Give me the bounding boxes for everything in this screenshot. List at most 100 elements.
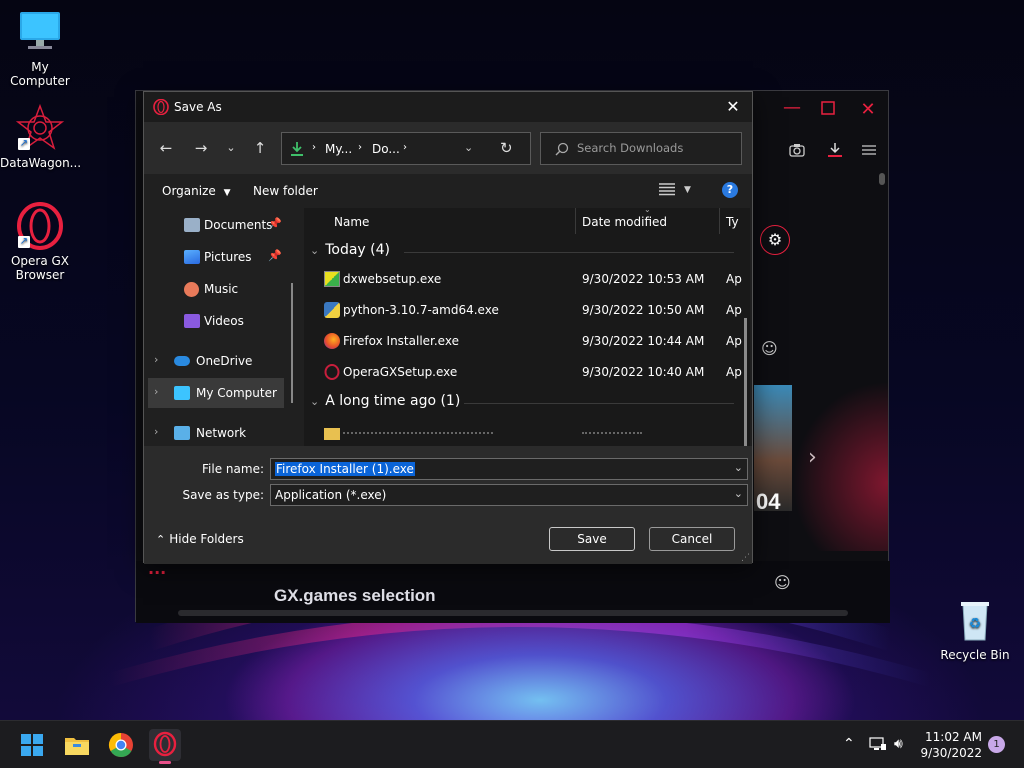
help-icon[interactable]: ? <box>722 182 738 198</box>
caret-down-icon[interactable]: ▼ <box>684 185 691 195</box>
sidebar-item-onedrive[interactable]: › OneDrive <box>148 346 284 376</box>
resize-grip-icon[interactable]: ⋰ <box>741 553 750 563</box>
gear-icon[interactable]: ⚙ <box>760 225 790 255</box>
chevron-down-icon[interactable]: ⌄ <box>734 487 743 500</box>
group-divider <box>404 252 734 253</box>
camera-icon[interactable] <box>789 143 805 161</box>
chevron-right-icon[interactable]: › <box>154 385 158 398</box>
cancel-button[interactable]: Cancel <box>649 527 735 551</box>
column-separator[interactable] <box>575 208 576 234</box>
sidebar-item-pictures[interactable]: Pictures 📌 <box>148 242 284 272</box>
system-clock[interactable]: 11:02 AM 9/30/2022 <box>920 729 982 761</box>
file-row-partial[interactable] <box>304 418 744 446</box>
save-as-dialog: Save As ✕ ← → ⌄ ↑ › My... › Do... › ⌄ ↻ <box>143 91 753 564</box>
group-header-today[interactable]: ⌄ Today (4) <box>310 242 390 258</box>
file-list-scrollbar[interactable] <box>744 318 747 446</box>
breadcrumb-separator: › <box>358 142 362 153</box>
chrome-icon[interactable] <box>105 729 137 761</box>
clock-time: 11:02 AM <box>925 730 982 744</box>
opera-gx-taskbar-icon[interactable] <box>149 729 181 764</box>
desktop-icon-opera-gx[interactable]: ↗ Opera GX Browser <box>0 202 80 282</box>
address-dropdown-icon[interactable]: ⌄ <box>464 141 473 154</box>
downloads-icon <box>290 141 304 160</box>
back-icon[interactable]: ← <box>154 136 178 160</box>
sidebar-item-network[interactable]: › Network <box>148 418 284 446</box>
search-input[interactable] <box>577 141 737 155</box>
sidebar-item-videos[interactable]: Videos <box>148 306 284 336</box>
maximize-icon[interactable] <box>818 99 838 120</box>
file-row-dxwebsetup[interactable]: dxwebsetup.exe 9/30/2022 10:53 AM Ap <box>304 264 744 294</box>
address-bar[interactable]: › My... › Do... › ⌄ ↻ <box>281 132 531 165</box>
sidebar-scrollbar[interactable] <box>291 283 293 403</box>
desktop-icon-recycle-bin[interactable]: ♻ Recycle Bin <box>935 596 1015 662</box>
wave-background <box>792 381 888 551</box>
emoji-icon[interactable]: ☺ <box>774 573 791 592</box>
chevron-right-icon[interactable]: › <box>154 425 158 438</box>
svg-text:♻: ♻ <box>969 616 982 632</box>
sidebar-item-my-computer[interactable]: › My Computer <box>148 378 284 408</box>
file-explorer-icon[interactable] <box>61 729 93 761</box>
save-button[interactable]: Save <box>549 527 635 551</box>
hide-folders-button[interactable]: ⌃ Hide Folders <box>156 532 244 546</box>
settings-menu-icon[interactable] <box>862 144 876 159</box>
firefox-installer-icon <box>324 333 340 349</box>
forward-icon[interactable]: → <box>189 136 213 160</box>
column-header-name[interactable]: Name <box>334 215 369 229</box>
column-separator[interactable] <box>719 208 720 234</box>
opera-gx-small-icon <box>153 98 169 118</box>
dxwebsetup-icon <box>324 271 340 287</box>
save-as-type-select[interactable]: Application (*.exe) ⌄ <box>270 484 748 506</box>
file-name-value[interactable]: Firefox Installer (1).exe <box>275 462 415 476</box>
group-header-long-ago[interactable]: ⌄ A long time ago (1) <box>310 393 460 409</box>
clipped-row-text <box>582 432 642 434</box>
network-status-icon[interactable] <box>869 736 887 756</box>
chevron-right-icon[interactable]: › <box>154 353 158 366</box>
volume-icon[interactable]: 🔊︎ <box>894 736 903 752</box>
file-date: 9/30/2022 10:44 AM <box>582 334 705 348</box>
file-name: dxwebsetup.exe <box>343 272 442 286</box>
search-box[interactable] <box>540 132 742 165</box>
view-options-icon[interactable] <box>658 182 676 199</box>
sort-caret-icon: ⌄ <box>644 208 651 214</box>
sidebar-item-documents[interactable]: Documents 📌 <box>148 210 284 240</box>
file-date: 9/30/2022 10:40 AM <box>582 365 705 379</box>
desktop-icon-my-computer[interactable]: My Computer <box>0 8 80 88</box>
horizontal-scrollbar[interactable] <box>178 610 848 616</box>
group-label: Today (4) <box>325 242 390 258</box>
dialog-title: Save As <box>174 100 222 114</box>
start-windows-icon[interactable] <box>16 729 48 761</box>
minimize-icon[interactable]: — <box>782 97 802 118</box>
breadcrumb-segment[interactable]: Do... <box>372 142 400 156</box>
chevron-down-icon[interactable]: ⌄ <box>734 461 743 474</box>
chevron-up-icon[interactable]: ⌃ <box>843 736 855 752</box>
breadcrumb-segment[interactable]: My... <box>325 142 352 156</box>
group-divider <box>464 403 734 404</box>
file-row-operagxsetup[interactable]: OperaGXSetup.exe 9/30/2022 10:40 AM Ap <box>304 357 744 387</box>
scrollbar-thumb[interactable] <box>879 173 885 185</box>
carousel-number: 04 <box>756 489 781 514</box>
refresh-icon[interactable]: ↻ <box>500 139 513 157</box>
pin-icon: 📌 <box>268 217 282 230</box>
file-row-firefox[interactable]: Firefox Installer.exe 9/30/2022 10:44 AM… <box>304 326 744 356</box>
dialog-titlebar[interactable]: Save As ✕ <box>144 92 752 122</box>
file-row-python[interactable]: python-3.10.7-amd64.exe 9/30/2022 10:50 … <box>304 295 744 325</box>
chevron-down-icon[interactable]: ⌄ <box>219 136 243 160</box>
column-header-date[interactable]: Date modified <box>582 215 667 229</box>
new-folder-button[interactable]: New folder <box>253 184 318 198</box>
close-window-icon[interactable]: ✕ <box>858 99 878 120</box>
desktop-icon-datawagon[interactable]: ↗ DataWagon... <box>0 103 81 170</box>
sidebar-item-label: Network <box>196 426 247 440</box>
breadcrumb-separator: › <box>403 142 407 153</box>
pictures-icon <box>184 250 200 264</box>
file-date: 9/30/2022 10:50 AM <box>582 303 705 317</box>
close-icon[interactable]: ✕ <box>722 96 744 118</box>
file-name-field[interactable]: Firefox Installer (1).exe ⌄ <box>270 458 748 480</box>
caret-down-icon: ▼ <box>223 188 231 198</box>
sidebar-item-music[interactable]: Music <box>148 274 284 304</box>
notification-badge[interactable]: 1 <box>988 736 1005 753</box>
up-icon[interactable]: ↑ <box>248 136 272 160</box>
emoji-icon[interactable]: ☺ <box>761 339 778 358</box>
column-header-type[interactable]: Ty <box>726 215 739 229</box>
download-icon[interactable] <box>827 142 843 161</box>
organize-button[interactable]: Organize ▼ <box>162 184 231 198</box>
